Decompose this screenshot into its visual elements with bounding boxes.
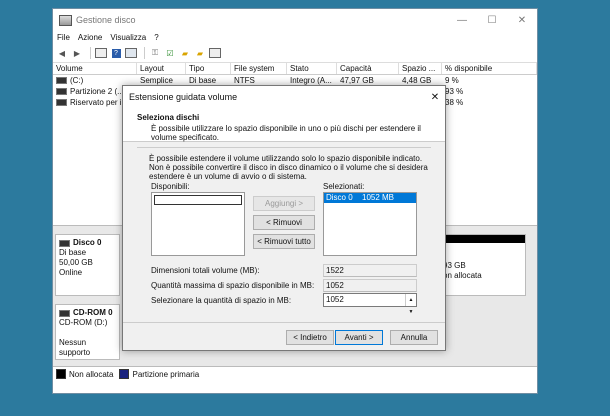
properties-icon[interactable] bbox=[125, 48, 137, 59]
cdrom-0-status: Nessun supporto bbox=[59, 338, 91, 357]
cdrom-0-info[interactable]: CD-ROM 0 CD-ROM (D:) Nessun supporto bbox=[55, 304, 120, 360]
check-icon[interactable]: ☑ bbox=[164, 48, 176, 59]
footer-separator bbox=[123, 322, 445, 323]
disk-0-status: Online bbox=[59, 268, 83, 277]
col-volume[interactable]: Volume bbox=[53, 63, 137, 74]
header-title: Seleziona dischi bbox=[137, 113, 200, 122]
legend-primary: Partizione primaria bbox=[132, 369, 200, 379]
cell-volume: Riservato per il s bbox=[70, 98, 130, 107]
total-size-field: 1522 bbox=[323, 264, 417, 277]
toolbar-separator bbox=[144, 47, 145, 59]
disk-0-partition-right[interactable]: 93 GB on allocata bbox=[438, 234, 526, 296]
max-space-label: Quantità massima di spazio disponibile i… bbox=[151, 281, 315, 290]
back-arrow-icon[interactable]: ◀ bbox=[56, 48, 68, 59]
dialog-body-separator bbox=[137, 147, 431, 148]
available-listbox[interactable] bbox=[151, 192, 245, 256]
space-amount-value: 1052 bbox=[326, 295, 344, 304]
close-button[interactable]: ✕ bbox=[507, 15, 537, 26]
cdrom-0-name: CD-ROM 0 bbox=[73, 308, 113, 317]
menu-bar: File Azione Visualizza ? bbox=[53, 31, 537, 44]
unallocated-bar bbox=[439, 235, 525, 243]
spin-down-icon[interactable]: ▼ bbox=[409, 306, 414, 318]
cancel-button[interactable]: Annulla bbox=[390, 330, 438, 345]
selected-disk-size: 1052 MB bbox=[362, 193, 395, 202]
dialog-header: Seleziona dischi È possibile utilizzare … bbox=[123, 108, 445, 142]
dialog-close-button[interactable]: ✕ bbox=[425, 92, 445, 103]
selected-listbox[interactable]: Disco 0 1052 MB bbox=[323, 192, 417, 256]
next-button[interactable]: Avanti > bbox=[335, 330, 383, 345]
partition-size: 93 GB bbox=[443, 261, 466, 270]
title-bar[interactable]: Gestione disco — ☐ ✕ bbox=[53, 9, 537, 31]
legend: Non allocata Partizione primaria bbox=[53, 366, 537, 381]
toolbar-separator bbox=[90, 47, 91, 59]
menu-visualizza[interactable]: Visualizza bbox=[110, 33, 146, 42]
folder-star-icon[interactable]: ▰ bbox=[194, 48, 206, 59]
back-button[interactable]: < Indietro bbox=[286, 330, 334, 345]
dialog-description: È possibile estendere il volume utilizza… bbox=[149, 154, 428, 181]
cell-percent: 38 % bbox=[445, 98, 464, 107]
remove-all-button[interactable]: < Rimuovi tutto bbox=[253, 234, 315, 249]
folder-icon[interactable]: ▰ bbox=[179, 48, 191, 59]
disk-0-size: 50,00 GB bbox=[59, 258, 93, 267]
list-icon[interactable] bbox=[209, 48, 221, 59]
disk-0-type: Di base bbox=[59, 248, 87, 257]
menu-azione[interactable]: Azione bbox=[78, 33, 102, 42]
legend-unallocated: Non allocata bbox=[69, 369, 114, 379]
list-item[interactable]: Disco 0 1052 MB bbox=[324, 193, 416, 203]
selected-disk-name: Disco 0 bbox=[326, 193, 353, 202]
cell-percent: 9 % bbox=[445, 76, 459, 85]
primary-swatch bbox=[119, 369, 130, 379]
remove-button[interactable]: < Rimuovi bbox=[253, 215, 315, 230]
space-amount-stepper[interactable]: 1052 ▲ ▼ bbox=[323, 293, 417, 315]
disk-icon bbox=[59, 239, 70, 247]
extend-volume-wizard: Estensione guidata volume ✕ Seleziona di… bbox=[122, 85, 446, 351]
disk-0-info[interactable]: Disco 0 Di base 50,00 GB Online bbox=[55, 234, 120, 296]
col-file-system[interactable]: File system bbox=[231, 63, 287, 74]
cell-volume: (C:) bbox=[70, 76, 84, 85]
col-spazio[interactable]: Spazio ... bbox=[399, 63, 442, 74]
help-icon[interactable]: ? bbox=[110, 48, 122, 59]
spin-up-icon[interactable]: ▲ bbox=[409, 294, 414, 306]
available-label: Disponibili: bbox=[151, 182, 190, 191]
dialog-title-bar[interactable]: Estensione guidata volume ✕ bbox=[123, 86, 445, 108]
col-percent[interactable]: % disponibile bbox=[442, 63, 537, 74]
col-capacita[interactable]: Capacità bbox=[337, 63, 399, 74]
window-title: Gestione disco bbox=[76, 15, 136, 25]
disk-management-icon bbox=[59, 14, 72, 26]
partition-status: on allocata bbox=[443, 271, 482, 280]
add-button[interactable]: Aggiungi > bbox=[253, 196, 315, 211]
volume-icon bbox=[56, 88, 67, 95]
cdrom-0-type: CD-ROM (D:) bbox=[59, 318, 108, 327]
volume-icon bbox=[56, 99, 67, 106]
toolbar: ◀ ▶ ? ⚿ ☑ ▰ ▰ bbox=[53, 44, 537, 63]
minimize-button[interactable]: — bbox=[447, 15, 477, 26]
disk-0-name: Disco 0 bbox=[73, 238, 102, 247]
forward-arrow-icon[interactable]: ▶ bbox=[71, 48, 83, 59]
menu-file[interactable]: File bbox=[57, 33, 70, 42]
col-stato[interactable]: Stato bbox=[287, 63, 337, 74]
volume-icon bbox=[56, 77, 67, 84]
col-tipo[interactable]: Tipo bbox=[186, 63, 231, 74]
cell-percent: 93 % bbox=[445, 87, 464, 96]
console-icon[interactable] bbox=[95, 48, 107, 59]
select-space-label: Selezionare la quantità di spazio in MB: bbox=[151, 296, 292, 305]
total-size-label: Dimensioni totali volume (MB): bbox=[151, 266, 260, 275]
max-space-field: 1052 bbox=[323, 279, 417, 292]
cdrom-icon bbox=[59, 309, 70, 317]
menu-help[interactable]: ? bbox=[154, 33, 158, 42]
cell-volume: Partizione 2 (... bbox=[70, 87, 124, 96]
col-layout[interactable]: Layout bbox=[137, 63, 186, 74]
available-focus-item[interactable] bbox=[154, 195, 242, 205]
dialog-title: Estensione guidata volume bbox=[129, 92, 238, 102]
selected-label: Selezionati: bbox=[323, 182, 365, 191]
maximize-button[interactable]: ☐ bbox=[477, 15, 507, 26]
key-icon[interactable]: ⚿ bbox=[149, 48, 161, 59]
volume-list-header: Volume Layout Tipo File system Stato Cap… bbox=[53, 63, 537, 75]
header-description: È possibile utilizzare lo spazio disponi… bbox=[151, 124, 421, 142]
unallocated-swatch bbox=[56, 369, 66, 379]
